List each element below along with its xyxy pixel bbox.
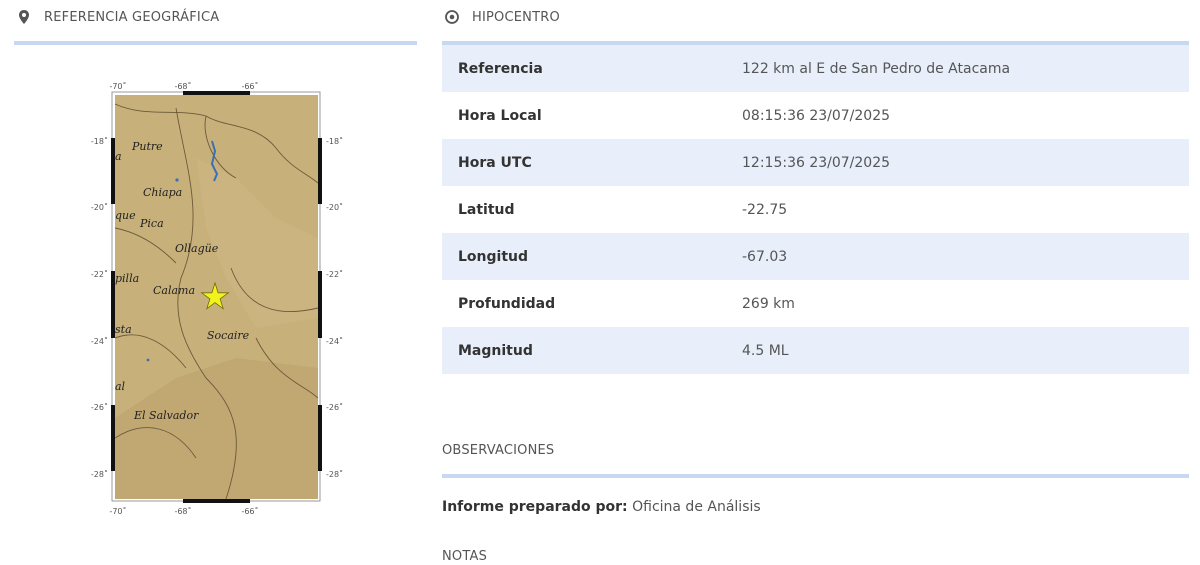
row-label: Longitud <box>458 248 529 265</box>
map-place-label: al <box>115 380 126 393</box>
map-place-label: Ollagüe <box>175 242 219 255</box>
hypocenter-title: HIPOCENTRO <box>472 9 560 25</box>
map-lat-tick: -26˚ <box>326 402 343 412</box>
map-lon-tick: -66˚ <box>241 81 258 91</box>
epicenter-map[interactable]: -70˚ -68˚ -66˚ -70˚ -68˚ -66˚ Putre a Ch… <box>86 78 356 518</box>
row-value: -67.03 <box>742 248 788 265</box>
row-value: 08:15:36 23/07/2025 <box>742 107 891 124</box>
table-row: Hora Local 08:15:36 23/07/2025 <box>442 92 1189 139</box>
row-label: Latitud <box>458 201 515 218</box>
map-lon-tick: -68˚ <box>174 506 191 516</box>
map-lon-tick: -70˚ <box>109 506 126 516</box>
map-place-label: que <box>115 209 136 222</box>
row-value: 4.5 ML <box>742 342 789 359</box>
map-lat-tick: -26˚ <box>91 402 108 412</box>
table-row: Latitud -22.75 <box>442 186 1189 233</box>
row-value: 269 km <box>742 295 795 312</box>
map-lat-tick: -20˚ <box>91 202 108 212</box>
geo-reference-underline <box>14 41 417 45</box>
row-label: Profundidad <box>458 295 556 312</box>
map-lat-tick: -18˚ <box>91 136 108 146</box>
map-place-label: Calama <box>153 284 195 297</box>
map-lat-tick: -28˚ <box>326 469 343 479</box>
row-label: Hora Local <box>458 107 542 124</box>
row-value: -22.75 <box>742 201 788 218</box>
map-place-label: Putre <box>131 140 163 153</box>
table-row: Referencia 122 km al E de San Pedro de A… <box>442 45 1189 92</box>
map-place-label: Chiapa <box>143 186 182 199</box>
observations-header: OBSERVACIONES <box>442 443 554 458</box>
map-lat-tick: -22˚ <box>91 269 108 279</box>
report-author-label: Informe preparado por: <box>442 499 628 515</box>
map-lat-tick: -22˚ <box>326 269 343 279</box>
map-lon-tick: -68˚ <box>174 81 191 91</box>
hypocenter-table: Referencia 122 km al E de San Pedro de A… <box>442 45 1189 374</box>
map-lat-tick: -24˚ <box>326 336 343 346</box>
notes-header: NOTAS <box>442 549 487 564</box>
map-place-label: a <box>115 150 122 163</box>
map-marker-icon <box>16 9 32 25</box>
hypocenter-header: HIPOCENTRO <box>444 9 560 25</box>
report-author-value: Oficina de Análisis <box>632 499 761 515</box>
map-place-label: sta <box>115 323 132 336</box>
map-place-label: Pica <box>139 217 164 230</box>
map-lat-tick: -28˚ <box>91 469 108 479</box>
table-row: Profundidad 269 km <box>442 280 1189 327</box>
observations-title: OBSERVACIONES <box>442 443 555 458</box>
row-label: Hora UTC <box>458 154 532 171</box>
map-lat-tick: -24˚ <box>91 336 108 346</box>
table-row: Magnitud 4.5 ML <box>442 327 1189 374</box>
map-lon-tick: -70˚ <box>109 81 126 91</box>
map-lon-tick: -66˚ <box>241 506 258 516</box>
table-row: Hora UTC 12:15:36 23/07/2025 <box>442 139 1189 186</box>
geo-reference-title: REFERENCIA GEOGRÁFICA <box>44 9 220 25</box>
row-label: Magnitud <box>458 342 533 359</box>
map-place-label: pilla <box>115 272 139 285</box>
row-value: 12:15:36 23/07/2025 <box>742 154 891 171</box>
table-row: Longitud -67.03 <box>442 233 1189 280</box>
observations-underline <box>442 474 1189 478</box>
map-lat-tick: -18˚ <box>326 136 343 146</box>
map-place-label: El Salvador <box>133 409 199 422</box>
report-author: Informe preparado por: Oficina de Anális… <box>442 499 761 515</box>
row-value: 122 km al E de San Pedro de Atacama <box>742 60 1011 77</box>
map-lat-tick: -20˚ <box>326 202 343 212</box>
notes-title: NOTAS <box>442 549 488 564</box>
geo-reference-header: REFERENCIA GEOGRÁFICA <box>16 9 219 25</box>
map-place-label: Socaire <box>207 329 250 342</box>
target-icon <box>444 9 460 25</box>
row-label: Referencia <box>458 60 543 77</box>
